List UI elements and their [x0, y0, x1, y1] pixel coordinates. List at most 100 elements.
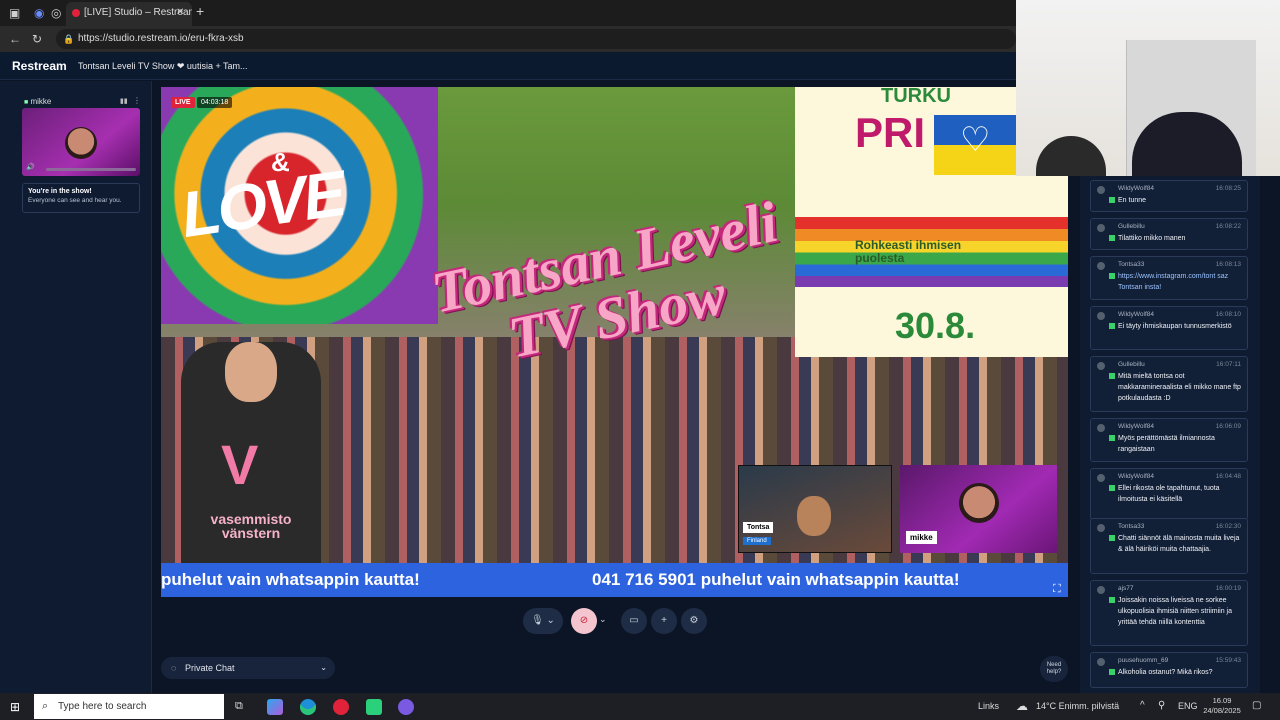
chat-message[interactable]: WildyWolf84 16:06:09 Myös perättömästä il…	[1090, 418, 1248, 462]
rainbow-banner: Rohkeasti ihmisen puolesta	[795, 217, 1068, 287]
pride-date: 30.8.	[895, 305, 976, 346]
screen-share-icon: ▭	[629, 615, 639, 626]
chat-bubble-icon: ◌	[171, 663, 177, 673]
webcam-overlay	[1016, 0, 1280, 176]
chat-message[interactable]: WildyWolf84 16:08:10 Ei täyty ihmiskaupan…	[1090, 306, 1248, 350]
url-field[interactable]: 🔒 https://studio.restream.io/eru-fkra-xs…	[56, 29, 1016, 49]
recording-icon	[72, 9, 80, 17]
chat-message[interactable]: Gullebillu 16:08:22 Tilattiko mikko manen	[1090, 218, 1248, 250]
browser-tab-active[interactable]: [LIVE] Studio – Restream	[66, 2, 192, 26]
edge-icon[interactable]	[300, 699, 316, 715]
participant-tile-mikke[interactable]: mikke	[900, 465, 1057, 553]
copilot-icon[interactable]	[267, 699, 283, 715]
system-clock[interactable]: 16.09 24/08/2025	[1200, 696, 1244, 716]
chat-panel: WildyWolf84 16:08:25 En tunne Gullebillu 1…	[1080, 176, 1260, 693]
platform-badge-icon	[1109, 235, 1115, 241]
tontsa-face	[797, 496, 831, 536]
platform-badge-icon	[1109, 485, 1115, 491]
avatar	[1097, 262, 1105, 270]
camera-options-chevron-icon[interactable]: ⌄	[599, 614, 607, 625]
ticker-text-b: 041 716 5901 puhelut vain whatsappin kau…	[592, 570, 960, 589]
windows-start-icon[interactable]: ⊞	[10, 700, 20, 714]
speaker-icon[interactable]: 🔊	[26, 163, 35, 171]
participant-tile-tontsa[interactable]: Tontsa Finland	[738, 465, 892, 553]
signal-icon: ▮▮	[120, 98, 128, 105]
window-menu-icon[interactable]: ▣	[9, 6, 20, 20]
participant-name-mikke: mikke	[906, 531, 937, 544]
preview-name: ■ mikke	[24, 97, 52, 106]
url-text: https://studio.restream.io/eru-fkra-xsb	[78, 33, 244, 44]
platform-badge-icon	[1109, 535, 1115, 541]
add-button[interactable]: +	[651, 608, 677, 634]
tab-actions-icon[interactable]: ◎	[51, 6, 61, 20]
more-options-icon[interactable]: ⋮	[133, 96, 141, 105]
search-placeholder: Type here to search	[58, 701, 147, 712]
ukraine-flag: ♡	[934, 115, 1016, 175]
workspaces-icon[interactable]: ◉	[34, 6, 44, 20]
weather-widget[interactable]: 14°C Enimm. pilvistä	[1036, 701, 1119, 711]
chat-message[interactable]: puusehuomm_69 15:59:43 Alkoholia ostanut?…	[1090, 652, 1248, 688]
camera-off-icon: ⊘	[579, 615, 589, 626]
opera-icon[interactable]	[333, 699, 349, 715]
participant-name-tontsa: Tontsa	[743, 522, 774, 533]
camera-toggle-button[interactable]: ⊘	[571, 608, 597, 634]
network-icon[interactable]: ⚲	[1158, 700, 1165, 711]
chat-message[interactable]: ajs77 16:00:19 Joissakin noissa liveissä …	[1090, 580, 1248, 646]
avatar	[1097, 524, 1105, 532]
private-chat-dropdown[interactable]: ◌ Private Chat ⌄	[161, 657, 335, 679]
media-controls: 🎙 ⌄ ⊘ ⌄ ▭ + ⚙	[523, 608, 713, 634]
app-purple-icon[interactable]	[398, 699, 414, 715]
love-text: LOVE	[176, 157, 348, 251]
chat-message[interactable]: WildyWolf84 16:04:48 Ellei rikosta ole ta…	[1090, 468, 1248, 520]
chat-message[interactable]: Gullebillu 16:07:11 Mitä mieltä tontsa oo…	[1090, 356, 1248, 412]
mikke-avatar	[959, 483, 999, 523]
cloud-icon: ☁	[1016, 699, 1028, 713]
chat-message[interactable]: Tontsa33 16:02:30 Chatti siännöt älä main…	[1090, 518, 1248, 574]
need-help-button[interactable]: Need help?	[1040, 656, 1068, 682]
platform-badge-icon	[1109, 273, 1115, 279]
pride-title: PRI	[855, 109, 926, 156]
chat-message[interactable]: Tontsa33 16:08:13 https://www.instagram.c…	[1090, 256, 1248, 300]
pride-banner-text: Rohkeasti ihmisen puolesta	[855, 238, 962, 265]
avatar	[1097, 586, 1105, 594]
avatar	[1097, 186, 1105, 194]
live-timer: 04:03:18	[197, 97, 233, 108]
share-screen-button[interactable]: ▭	[621, 608, 647, 634]
in-show-text: Everyone can see and hear you.	[28, 197, 122, 204]
plus-icon: +	[661, 615, 667, 626]
ticker-bar: puhelut vain whatsappin kautta! 041 716 …	[161, 563, 1068, 597]
avatar	[1097, 658, 1105, 666]
back-icon[interactable]: ←	[9, 32, 21, 46]
app-green-icon[interactable]	[366, 699, 382, 715]
ticker-text-a: puhelut vain whatsappin kautta!	[161, 570, 420, 589]
notification-icon[interactable]: ▢	[1252, 700, 1261, 711]
private-chat-label: Private Chat	[185, 663, 235, 673]
platform-badge-icon	[1109, 323, 1115, 329]
chair-shape	[1036, 136, 1106, 176]
chevron-down-icon: ⌄	[546, 615, 555, 626]
reload-icon[interactable]: ↻	[32, 32, 42, 46]
new-tab-icon[interactable]: +	[196, 4, 204, 18]
heart-icon: ♡	[960, 121, 991, 159]
volume-slider[interactable]	[46, 168, 136, 171]
stage-canvas[interactable]: LOVE & TURKU PRI Rohkeasti ihmisen puole…	[161, 87, 1068, 597]
host-cutout: V vasemmisto vänstern	[181, 342, 321, 563]
taskbar-search-input[interactable]: ⌕ Type here to search	[34, 694, 224, 719]
language-indicator[interactable]: ENG	[1178, 701, 1198, 711]
avatar	[1097, 362, 1105, 370]
task-view-icon[interactable]: ⧉	[235, 700, 243, 713]
settings-button[interactable]: ⚙	[681, 608, 707, 634]
self-preview[interactable]: 🔊	[22, 108, 140, 176]
restream-logo[interactable]: Restream	[12, 59, 67, 73]
search-icon: ⌕	[42, 700, 49, 712]
fullscreen-icon[interactable]: ⛶	[1053, 583, 1061, 596]
chevron-down-icon: ⌄	[320, 663, 327, 672]
microphone-button[interactable]: 🎙 ⌄	[523, 608, 563, 634]
show-title[interactable]: Tontsan Leveli TV Show ❤ uutisia + Tam..…	[78, 61, 248, 72]
avatar	[1097, 474, 1105, 482]
chat-message[interactable]: WildyWolf84 16:08:25 En tunne	[1090, 180, 1248, 212]
close-tab-icon[interactable]: ✕	[176, 6, 184, 20]
host-head	[225, 342, 277, 402]
tray-chevron-up-icon[interactable]: ^	[1140, 700, 1145, 711]
links-toolbar[interactable]: Links	[978, 701, 999, 711]
